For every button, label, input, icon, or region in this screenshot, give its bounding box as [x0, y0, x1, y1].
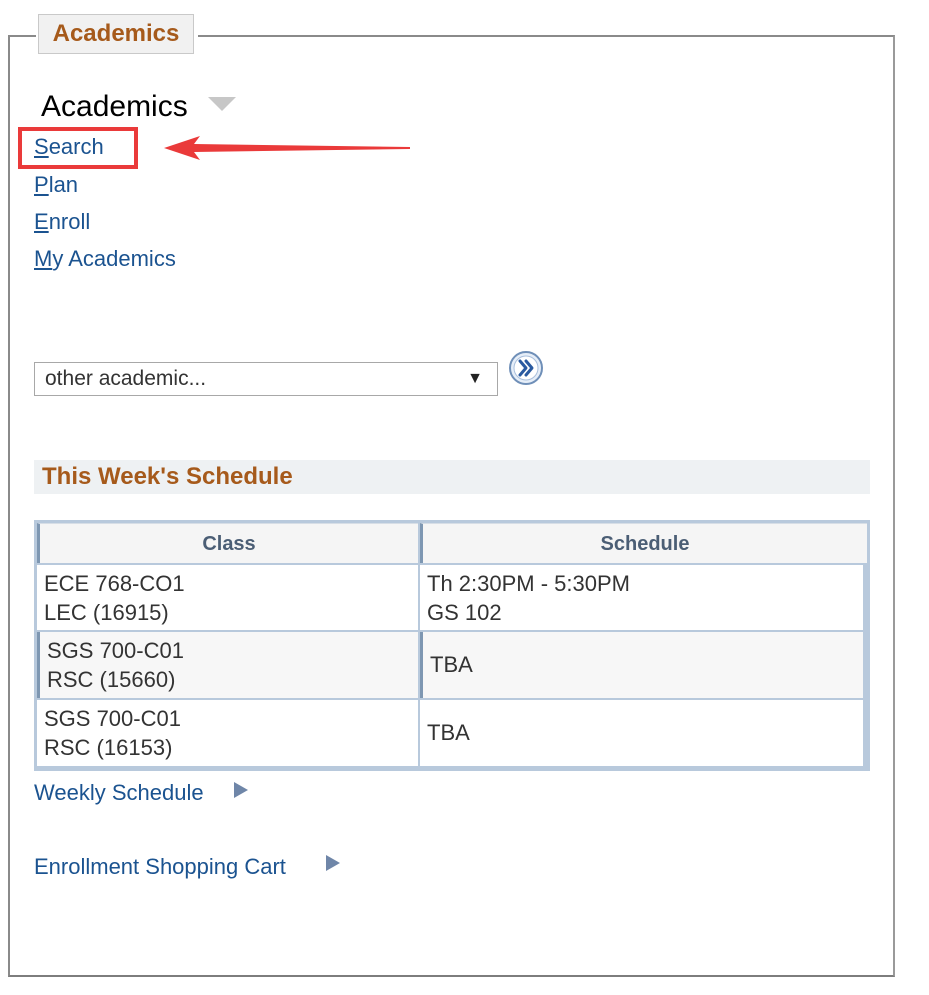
- schedule-room: GS 102: [427, 600, 502, 625]
- table-cell-schedule: Th 2:30PM - 5:30PM GS 102: [420, 565, 863, 630]
- weekly-schedule-link[interactable]: Weekly Schedule: [34, 780, 204, 806]
- section-title: Academics: [41, 90, 188, 123]
- class-code: ECE 768-CO1: [44, 571, 185, 596]
- schedule-time: Th 2:30PM - 5:30PM: [427, 571, 630, 596]
- schedule-table: Class Schedule ECE 768-CO1 LEC (16915) T…: [34, 520, 870, 771]
- nav-link-enroll[interactable]: Enroll: [34, 209, 90, 235]
- select-value: other academic...: [45, 367, 207, 390]
- search-highlight-box: [18, 127, 138, 169]
- play-arrow-icon[interactable]: [233, 781, 249, 799]
- other-academic-select[interactable]: other academic... ▼: [34, 362, 498, 396]
- table-cell-schedule: TBA: [420, 632, 863, 698]
- class-section: RSC (16153): [44, 735, 173, 760]
- class-section: LEC (16915): [44, 600, 169, 625]
- nav-link-plan[interactable]: Plan: [34, 172, 78, 198]
- table-cell-class: SGS 700-C01 RSC (15660): [37, 632, 418, 698]
- nav-link-label: lan: [48, 172, 79, 197]
- access-key: P: [34, 172, 49, 197]
- schedule-title: This Week's Schedule: [42, 463, 293, 490]
- class-code: SGS 700-C01: [47, 638, 184, 663]
- red-arrow-annotation: [164, 136, 410, 160]
- schedule-time: TBA: [430, 652, 473, 677]
- nav-link-label: y Academics: [52, 246, 176, 271]
- section-dropdown-icon[interactable]: [208, 97, 236, 111]
- class-section: RSC (15660): [47, 667, 176, 692]
- class-code: SGS 700-C01: [44, 706, 181, 731]
- play-arrow-icon[interactable]: [325, 854, 341, 872]
- table-cell-class: ECE 768-CO1 LEC (16915): [37, 565, 418, 630]
- table-cell-class: SGS 700-C01 RSC (16153): [37, 700, 418, 766]
- schedule-section-header: This Week's Schedule: [34, 460, 870, 494]
- column-header-schedule: Schedule: [420, 523, 867, 563]
- academics-panel: [8, 35, 895, 977]
- go-button[interactable]: [508, 350, 544, 386]
- panel-tab-title: Academics: [38, 14, 194, 54]
- nav-link-label: nroll: [48, 209, 91, 234]
- nav-link-my-academics[interactable]: My Academics: [34, 246, 176, 272]
- schedule-time: TBA: [427, 720, 470, 745]
- access-key: E: [34, 209, 49, 234]
- shopping-cart-link[interactable]: Enrollment Shopping Cart: [34, 854, 286, 880]
- chevron-down-icon: ▼: [467, 370, 483, 387]
- column-header-class: Class: [37, 523, 418, 563]
- table-cell-schedule: TBA: [420, 700, 863, 766]
- access-key: M: [34, 246, 53, 271]
